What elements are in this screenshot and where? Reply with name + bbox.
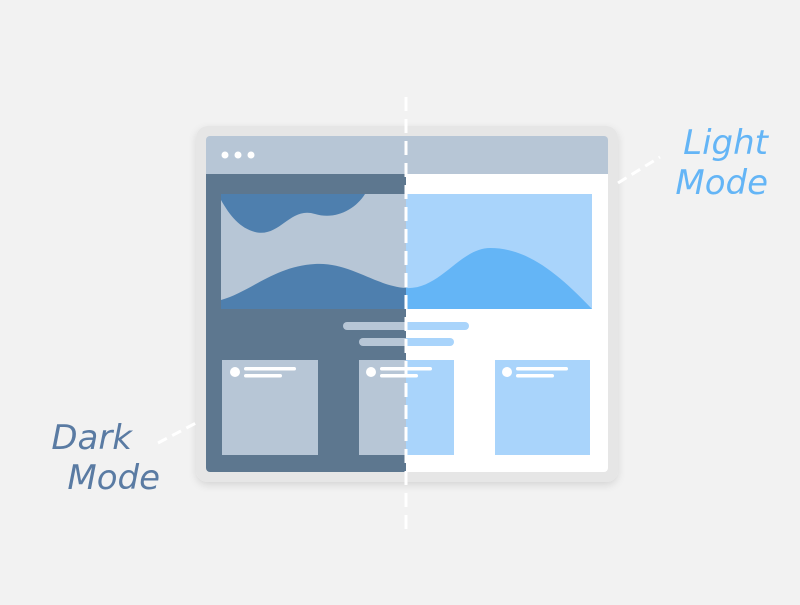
dark-label-leader xyxy=(157,421,197,445)
light-mode-label-line2: Mode xyxy=(675,163,768,203)
avatar-icon xyxy=(230,367,240,377)
window-dot-icon xyxy=(221,151,229,159)
dark-mode-label-line1: Dark xyxy=(51,418,132,458)
dark-mode-label-line2: Mode xyxy=(67,458,160,498)
window-dot-icon xyxy=(234,151,242,159)
avatar-icon xyxy=(366,367,376,377)
window-dot-icon xyxy=(247,151,255,159)
light-mode-label: Light Mode xyxy=(640,123,768,203)
light-mode-label-line1: Light xyxy=(683,123,768,163)
dark-mode-label: Dark Mode xyxy=(48,418,160,498)
mode-comparison-illustration xyxy=(157,97,661,532)
illustration-canvas: Light Mode Dark Mode xyxy=(0,0,800,600)
avatar-icon xyxy=(502,367,512,377)
